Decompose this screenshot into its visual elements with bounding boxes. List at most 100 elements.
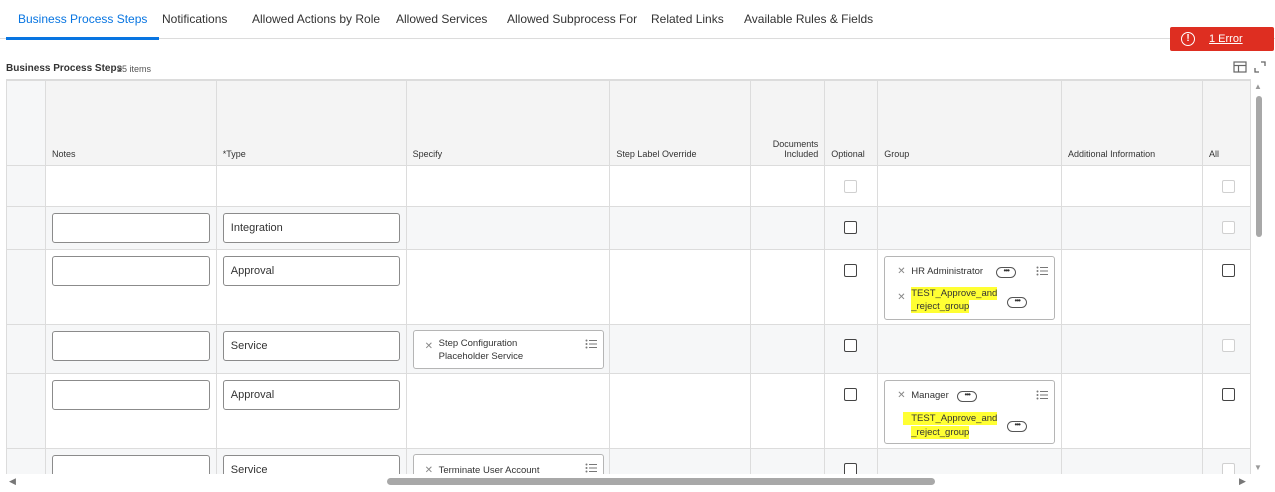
specify-cell: ✕ Step Configuration Placeholder Service	[405, 324, 611, 374]
row-number-cell	[6, 165, 46, 207]
specify-cell	[405, 249, 611, 325]
section-title: Business Process Steps	[6, 63, 123, 74]
step-label-cell	[609, 206, 752, 250]
group-item-label: TEST_Approve_and	[911, 287, 998, 300]
column-header-step-label-override[interactable]: Step Label Override	[609, 80, 752, 166]
group-cell: ✕ Manager ••• TEST_Approve_and _reject_g…	[877, 373, 1063, 449]
error-badge[interactable]: ! 1 Error	[1170, 27, 1274, 51]
table-row: Approval ✕ Manager ••• TEST_Approve_and …	[6, 373, 1251, 449]
notes-cell	[44, 373, 217, 449]
group-item-label: TEST_Approve_and	[903, 412, 998, 425]
group-multiselect[interactable]: ✕ HR Administrator ••• ✕ TEST_Approve_an…	[884, 256, 1056, 320]
specify-multiselect[interactable]: ✕ Terminate User Account	[412, 454, 604, 474]
header-row: Notes *Type Specify Step Label Override …	[6, 80, 1251, 166]
specify-item-label: Step Configuration	[438, 338, 518, 349]
list-prompt-icon[interactable]	[1036, 266, 1049, 276]
type-input[interactable]: Service	[222, 455, 400, 474]
all-checkbox[interactable]	[1221, 264, 1235, 277]
all-checkbox[interactable]	[1221, 388, 1235, 401]
notes-cell	[44, 448, 217, 474]
group-cell	[877, 324, 1063, 374]
group-multiselect[interactable]: ✕ Manager ••• TEST_Approve_and _reject_g…	[884, 380, 1056, 444]
optional-checkbox[interactable]	[844, 463, 858, 474]
remove-x-icon[interactable]: ✕	[897, 292, 905, 303]
type-input[interactable]: Approval	[222, 380, 400, 410]
notes-cell	[44, 249, 217, 325]
tab-allowed-services[interactable]: Allowed Services	[384, 0, 499, 39]
column-header-all[interactable]: All	[1201, 80, 1251, 166]
remove-x-icon[interactable]: ✕	[897, 266, 905, 277]
all-cell	[1201, 324, 1251, 374]
column-header-notes[interactable]: Notes	[44, 80, 217, 166]
tab-allowed-subprocess-for[interactable]: Allowed Subprocess For	[495, 0, 649, 39]
more-options-icon[interactable]: •••	[957, 391, 978, 402]
table-view-icon[interactable]	[1233, 60, 1247, 74]
type-cell: Approval	[215, 373, 407, 449]
list-prompt-icon[interactable]	[585, 463, 597, 473]
fullscreen-icon[interactable]	[1253, 60, 1267, 74]
tab-notifications[interactable]: Notifications	[150, 0, 239, 39]
vertical-scroll-thumb[interactable]	[1256, 96, 1262, 237]
scroll-down-arrow-icon[interactable]: ▼	[1254, 463, 1262, 472]
notes-input[interactable]	[51, 380, 210, 410]
column-header-specify[interactable]: Specify	[405, 80, 611, 166]
tab-allowed-actions-by-role[interactable]: Allowed Actions by Role	[240, 0, 392, 39]
remove-x-icon[interactable]: ✕	[897, 390, 905, 401]
list-prompt-icon[interactable]	[1036, 390, 1049, 400]
group-item-label: _reject_group	[911, 300, 970, 313]
remove-x-icon[interactable]: ✕	[425, 465, 433, 474]
column-header-type[interactable]: *Type	[215, 80, 407, 166]
horizontal-scroll-thumb[interactable]	[387, 478, 935, 485]
tab-related-links[interactable]: Related Links	[639, 0, 736, 39]
notes-input[interactable]	[51, 331, 210, 361]
horizontal-scrollbar[interactable]: ◀ ▶	[0, 474, 1255, 488]
scroll-right-arrow-icon[interactable]: ▶	[1239, 476, 1246, 487]
notes-input[interactable]	[51, 455, 210, 474]
type-cell: Approval	[215, 249, 407, 325]
specify-multiselect[interactable]: ✕ Step Configuration Placeholder Service	[412, 330, 604, 369]
optional-checkbox[interactable]	[844, 264, 858, 277]
optional-cell	[824, 373, 879, 449]
table-row: Integration	[6, 206, 1251, 250]
group-cell	[877, 206, 1063, 250]
documents-cell	[750, 206, 826, 250]
additional-cell	[1061, 165, 1203, 207]
scroll-up-arrow-icon[interactable]: ▲	[1254, 82, 1262, 91]
type-cell	[215, 165, 407, 207]
specify-item-label: Placeholder Service	[438, 351, 524, 362]
more-options-icon[interactable]: •••	[996, 267, 1017, 278]
column-header-optional[interactable]: Optional	[824, 80, 879, 166]
notes-cell	[44, 165, 217, 207]
remove-x-icon[interactable]: ✕	[425, 341, 433, 352]
column-header-documents-included[interactable]: Documents Included	[750, 80, 826, 166]
optional-cell	[824, 324, 879, 374]
step-label-cell	[609, 249, 752, 325]
tab-business-process-steps[interactable]: Business Process Steps	[6, 0, 160, 40]
optional-checkbox	[844, 180, 858, 193]
scroll-left-arrow-icon[interactable]: ◀	[9, 476, 16, 487]
optional-checkbox[interactable]	[844, 388, 858, 401]
tab-available-rules-fields[interactable]: Available Rules & Fields	[732, 0, 885, 39]
column-header-additional-information[interactable]: Additional Information	[1061, 80, 1203, 166]
more-options-icon[interactable]: •••	[1007, 297, 1028, 308]
more-options-icon[interactable]: •••	[1007, 421, 1028, 432]
step-label-cell	[609, 165, 752, 207]
vertical-scrollbar[interactable]: ▲ ▼	[1253, 79, 1263, 474]
type-input[interactable]: Service	[222, 331, 400, 361]
steps-table: Notes *Type Specify Step Label Override …	[6, 80, 1251, 474]
column-header-group[interactable]: Group	[877, 80, 1063, 166]
optional-checkbox[interactable]	[844, 339, 858, 352]
additional-cell	[1061, 324, 1203, 374]
optional-checkbox[interactable]	[844, 221, 858, 234]
specify-cell	[405, 165, 611, 207]
notes-input[interactable]	[51, 213, 210, 243]
table-row: Approval ✕ HR Administrator ••• ✕ TEST_A…	[6, 249, 1251, 325]
type-input[interactable]: Integration	[222, 213, 400, 243]
list-prompt-icon[interactable]	[585, 339, 597, 349]
error-link[interactable]: 1 Error	[1209, 33, 1243, 45]
notes-cell	[44, 324, 217, 374]
notes-input[interactable]	[51, 256, 210, 286]
type-input[interactable]: Approval	[222, 256, 400, 286]
all-cell	[1201, 448, 1251, 474]
documents-cell	[750, 324, 826, 374]
